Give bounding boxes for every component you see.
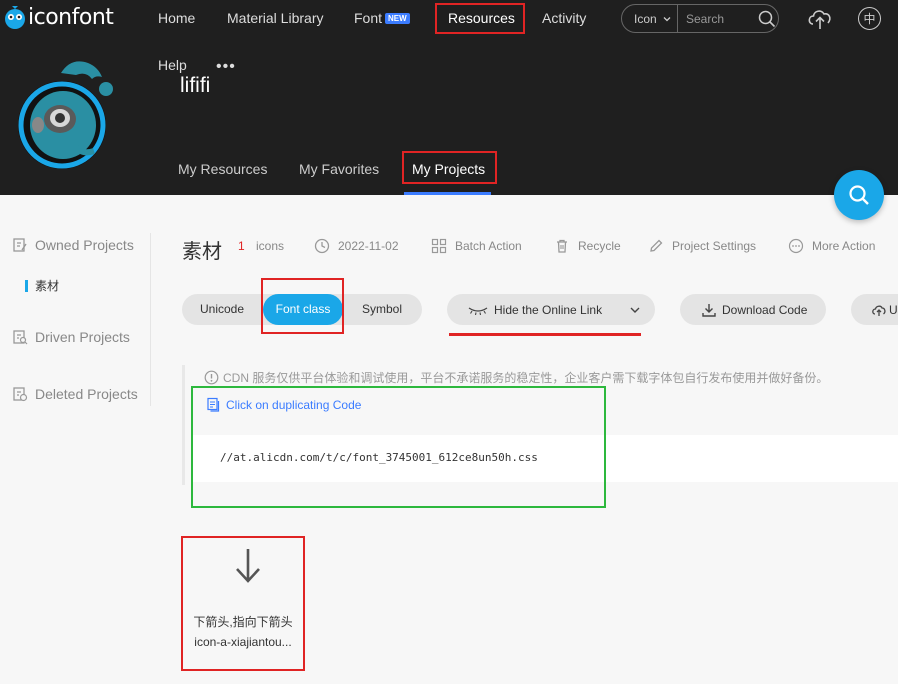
highlight-my-projects [402,151,497,184]
highlight-code-area [191,386,606,508]
cdn-notice: CDN 服务仅供平台体验和调试使用，平台不承诺服务的稳定性，企业客户需下载字体包… [204,369,828,386]
project-settings-label: Project Settings [672,239,757,253]
active-indicator [25,279,28,292]
user-avatar[interactable] [16,55,116,173]
sidebar-driven-projects[interactable]: Driven Projects [12,329,130,345]
search-type-select[interactable]: Icon [622,5,678,32]
recycle-label: Recycle [578,239,621,253]
nav-font[interactable]: Font NEW [354,0,410,36]
sidebar-deleted-projects[interactable]: Deleted Projects [12,386,138,402]
document-delete-icon [13,387,28,402]
search-icon [849,185,869,205]
sidebar-owned-label: Owned Projects [35,237,134,253]
edit-document-icon [13,238,27,252]
search-input[interactable] [686,11,758,26]
hide-online-link-dropdown[interactable]: Hide the Online Link [447,294,655,325]
logo-text: iconfont [28,5,114,30]
info-icon [204,370,219,385]
language-label: 中 [863,12,876,26]
sidebar-divider [150,233,151,406]
nav-activity[interactable]: Activity [542,0,586,36]
tab-active-indicator [404,192,491,195]
nav-font-label: Font [354,10,383,26]
more-action-label: More Action [812,239,876,253]
upload-cloud-icon [872,305,886,316]
project-settings-button[interactable]: Project Settings [648,238,756,254]
mode-unicode[interactable]: Unicode [182,294,262,325]
language-toggle[interactable]: 中 [858,7,881,30]
batch-action-button[interactable]: Batch Action [431,238,522,254]
highlight-icon-card [181,536,305,671]
project-date-value: 2022-11-02 [338,239,399,253]
icon-count: 1 [238,239,245,253]
site-logo[interactable]: iconfont [4,5,114,30]
clock-icon [314,238,330,254]
logo-icon [5,5,25,29]
sidebar-driven-label: Driven Projects [35,329,130,345]
upload-cloud-icon[interactable] [806,5,834,31]
cdn-notice-text: CDN 服务仅供平台体验和调试使用，平台不承诺服务的稳定性，企业客户需下载字体包… [223,371,829,385]
closed-eye-icon [468,306,488,315]
pencil-icon [650,239,663,252]
sidebar-project-item[interactable]: 素材 [25,277,59,294]
highlight-font-class [261,278,344,334]
more-dots-icon[interactable]: ••• [216,58,236,76]
recycle-button[interactable]: Recycle [554,238,621,254]
project-date: 2022-11-02 [314,238,399,254]
sidebar-deleted-label: Deleted Projects [35,386,138,402]
username: lififi [180,74,211,97]
tab-my-favorites[interactable]: My Favorites [299,161,379,177]
hide-online-link-label: Hide the Online Link [494,302,603,317]
highlight-resources [435,3,525,34]
chevron-down-icon [630,307,640,313]
nav-material-library[interactable]: Material Library [227,0,323,36]
search-fab-button[interactable] [834,170,884,220]
project-title: 素材 [182,241,222,263]
search-bar: Icon [621,4,779,33]
code-panel-edge [182,365,185,485]
more-icon [788,238,804,254]
document-search-icon [13,330,28,345]
upload-button[interactable]: U [851,294,898,325]
more-action-button[interactable]: More Action [788,238,875,254]
trash-icon [557,239,567,253]
search-type-label: Icon [634,11,657,26]
download-code-button[interactable]: Download Code [680,294,826,325]
sidebar-owned-projects[interactable]: Owned Projects [12,237,134,253]
chevron-down-icon [663,16,671,21]
highlight-underline [449,333,641,336]
help-link[interactable]: Help [158,57,187,73]
upload-label: U [889,302,898,317]
tab-my-resources[interactable]: My Resources [178,161,267,177]
download-code-label: Download Code [722,302,808,317]
batch-icon [431,238,447,254]
batch-action-label: Batch Action [455,239,522,253]
icon-count-unit: icons [256,239,285,253]
new-badge: NEW [385,13,410,24]
search-icon[interactable] [758,10,776,28]
sidebar-project-label: 素材 [35,279,60,293]
nav-home[interactable]: Home [158,0,195,36]
mode-symbol[interactable]: Symbol [342,294,422,325]
download-icon [702,303,716,317]
